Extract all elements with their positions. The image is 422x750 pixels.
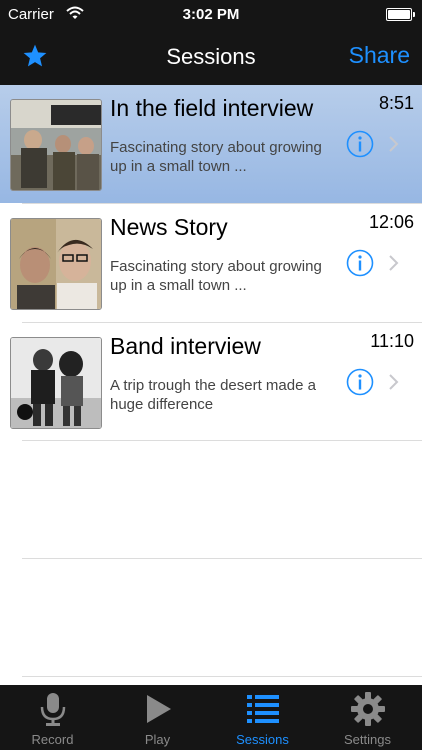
session-row[interactable]: In the field interview 8:51 Fascinating … — [0, 85, 422, 203]
session-thumbnail — [10, 337, 102, 429]
tab-bar: Record Play Sessions Settings — [0, 685, 422, 750]
row-divider — [22, 676, 422, 677]
play-icon — [147, 695, 171, 723]
session-title: In the field interview — [110, 95, 314, 121]
session-duration: 12:06 — [368, 212, 414, 232]
session-description: Fascinating story about growing up in a … — [110, 139, 322, 175]
status-time: 3:02 PM — [182, 6, 240, 23]
session-thumbnail — [10, 99, 102, 191]
session-row[interactable]: News Story 12:06 Fascinating story about… — [0, 204, 422, 322]
tab-label: Settings — [344, 732, 391, 747]
info-icon[interactable] — [346, 130, 374, 158]
tab-record[interactable]: Record — [0, 685, 105, 750]
tab-label: Sessions — [236, 732, 289, 747]
row-divider — [22, 558, 422, 559]
session-title: News Story — [110, 214, 228, 240]
session-row[interactable]: Band interview 11:10 A trip trough the d… — [0, 323, 422, 441]
list-icon — [247, 695, 279, 723]
info-icon[interactable] — [346, 368, 374, 396]
chevron-right-icon — [389, 136, 399, 152]
sessions-list: In the field interview 8:51 Fascinating … — [0, 85, 422, 685]
session-duration: 11:10 — [370, 331, 414, 351]
share-button[interactable]: Share — [349, 42, 410, 69]
session-duration: 8:51 — [378, 93, 414, 113]
top-bar: Carrier 3:02 PM Sessions Share — [0, 0, 422, 85]
tab-sessions[interactable]: Sessions — [210, 685, 315, 750]
row-divider — [22, 440, 422, 441]
microphone-icon — [40, 693, 66, 726]
chevron-right-icon — [389, 255, 399, 271]
tab-settings[interactable]: Settings — [315, 685, 420, 750]
gear-icon — [351, 692, 385, 726]
info-icon[interactable] — [346, 249, 374, 277]
tab-play[interactable]: Play — [105, 685, 210, 750]
session-thumbnail — [10, 218, 102, 310]
session-description: A trip trough the desert made a huge dif… — [110, 377, 316, 413]
status-bar: Carrier 3:02 PM — [0, 0, 422, 30]
chevron-right-icon — [389, 374, 399, 390]
tab-label: Play — [144, 732, 171, 747]
tab-label: Record — [31, 732, 74, 747]
session-title: Band interview — [110, 333, 261, 359]
battery-icon — [386, 8, 415, 21]
session-description: Fascinating story about growing up in a … — [110, 258, 322, 294]
nav-bar: Sessions Share — [0, 30, 422, 85]
